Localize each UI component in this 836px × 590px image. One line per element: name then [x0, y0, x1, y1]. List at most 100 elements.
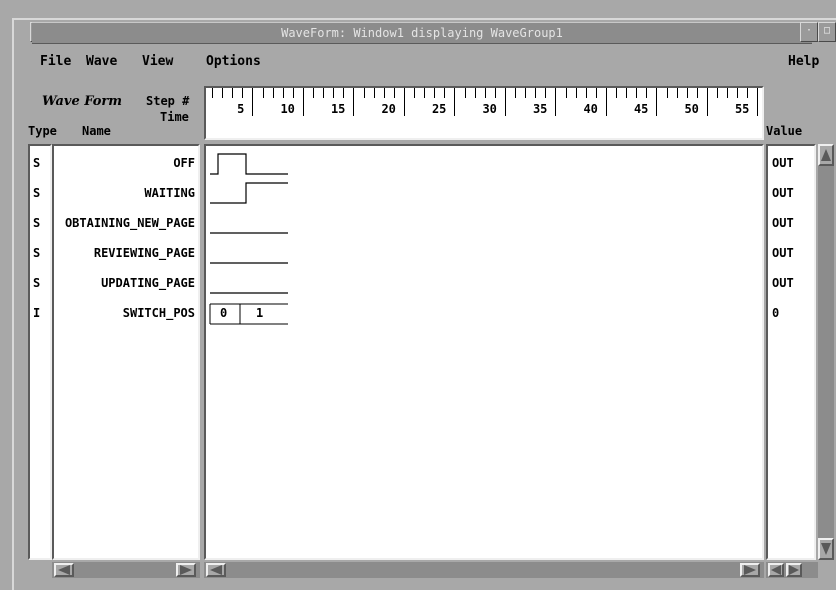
scroll-left-arrow-icon[interactable]: [54, 563, 74, 577]
ruler-tick: [353, 88, 355, 116]
signal-name[interactable]: UPDATING_PAGE: [101, 276, 195, 290]
ruler-label: 40: [583, 102, 598, 116]
switch-pos-bus-value-1: 1: [256, 306, 264, 320]
name-horizontal-scrollbar[interactable]: [52, 562, 200, 578]
wave-waiting: [210, 182, 288, 204]
menu-options[interactable]: Options: [206, 52, 261, 72]
ruler-tick: [262, 88, 264, 98]
menu-help[interactable]: Help: [788, 52, 819, 72]
ruler-tick: [232, 88, 234, 98]
signal-name[interactable]: SWITCH_POS: [123, 306, 195, 320]
app-label: Wave Form: [42, 94, 123, 109]
ruler-tick: [302, 88, 304, 116]
signal-type: S: [33, 246, 41, 260]
signal-type: S: [33, 216, 41, 230]
ruler-tick: [383, 88, 385, 98]
ruler-tick: [565, 88, 567, 98]
maximize-button[interactable]: □: [818, 22, 836, 42]
ruler-label: 10: [280, 102, 295, 116]
signal-name[interactable]: OFF: [173, 156, 195, 170]
ruler-tick: [666, 88, 668, 98]
ruler-tick: [575, 88, 577, 98]
ruler-tick: [282, 88, 284, 98]
ruler-label: 50: [684, 102, 699, 116]
ruler-tick: [737, 88, 739, 98]
ruler-label: 35: [532, 102, 548, 116]
signal-value: OUT: [772, 246, 794, 260]
ruler-tick: [626, 88, 628, 98]
scroll-up-arrow-icon[interactable]: [818, 144, 834, 166]
menu-view[interactable]: View: [142, 52, 173, 72]
ruler-tick: [222, 88, 224, 98]
waveform-canvas: [209, 153, 288, 325]
time-ruler: 5 10 15 20 25 30 35 40 45 50 55: [204, 86, 764, 140]
waveform-horizontal-scrollbar[interactable]: [204, 562, 764, 578]
signal-value: OUT: [772, 216, 794, 230]
name-column-panel: [52, 144, 200, 560]
scroll-down-arrow-icon[interactable]: [818, 538, 834, 560]
ruler-tick: [595, 88, 597, 98]
time-label: Time: [160, 110, 189, 124]
ruler-tick: [474, 88, 476, 98]
ruler-label: 25: [431, 102, 447, 116]
ruler-label: 15: [330, 102, 346, 116]
signal-name[interactable]: REVIEWING_PAGE: [94, 246, 195, 260]
ruler-tick: [373, 88, 375, 98]
type-column-header: Type: [28, 124, 57, 138]
ruler-tick: [333, 88, 335, 98]
ruler-tick: [555, 88, 557, 116]
ruler-tick: [646, 88, 648, 98]
signal-type: S: [33, 156, 41, 170]
signal-value: OUT: [772, 276, 794, 290]
switch-pos-bus-value-0: 0: [220, 306, 228, 320]
ruler-tick: [434, 88, 436, 98]
vertical-scrollbar[interactable]: [818, 144, 834, 560]
ruler-tick: [515, 88, 516, 98]
ruler-tick: [525, 88, 527, 98]
scroll-right-arrow-icon[interactable]: [786, 563, 802, 577]
ruler-tick: [343, 88, 345, 98]
signal-value: OUT: [772, 186, 794, 200]
ruler-tick: [656, 88, 658, 116]
ruler-tick: [363, 88, 365, 98]
ruler-label: 55: [734, 102, 750, 116]
ruler-tick: [686, 88, 688, 98]
signal-type: I: [33, 306, 41, 320]
ruler-tick: [292, 88, 294, 98]
scroll-right-arrow-icon[interactable]: [740, 563, 760, 577]
ruler-tick: [444, 88, 446, 98]
signal-value: 0: [772, 306, 780, 320]
title-bar[interactable]: WaveForm: Window1 displaying WaveGroup1: [32, 22, 812, 44]
menu-wave[interactable]: Wave: [86, 52, 117, 72]
signal-type: S: [33, 276, 41, 290]
minimize-button[interactable]: ·: [800, 22, 818, 42]
ruler-tick: [494, 88, 496, 98]
ruler-tick: [585, 88, 587, 98]
scroll-left-arrow-icon[interactable]: [768, 563, 784, 577]
ruler-tick: [464, 88, 466, 98]
ruler-tick: [242, 88, 244, 98]
ruler-tick: [313, 88, 314, 98]
ruler-tick: [545, 88, 547, 98]
ruler-tick: [323, 88, 325, 98]
ruler-tick: [484, 88, 486, 98]
ruler-tick: [414, 88, 415, 98]
signal-name[interactable]: WAITING: [144, 186, 195, 200]
scroll-right-arrow-icon[interactable]: [176, 563, 196, 577]
ruler-tick: [616, 88, 617, 98]
menu-file[interactable]: File: [40, 52, 71, 72]
ruler-tick: [272, 88, 274, 98]
ruler-label: 30: [482, 102, 497, 116]
name-column-header: Name: [82, 124, 111, 138]
ruler-tick: [535, 88, 537, 98]
ruler-tick: [212, 88, 213, 98]
ruler-tick: [403, 88, 405, 116]
type-column-panel: [28, 144, 52, 560]
ruler-label: 20: [381, 102, 396, 116]
value-column-panel: [766, 144, 816, 560]
ruler-tick: [747, 88, 749, 98]
signal-name[interactable]: OBTAINING_NEW_PAGE: [65, 216, 195, 230]
value-horizontal-scrollbar[interactable]: [766, 562, 818, 578]
scroll-left-arrow-icon[interactable]: [206, 563, 226, 577]
step-label: Step #: [146, 94, 190, 108]
